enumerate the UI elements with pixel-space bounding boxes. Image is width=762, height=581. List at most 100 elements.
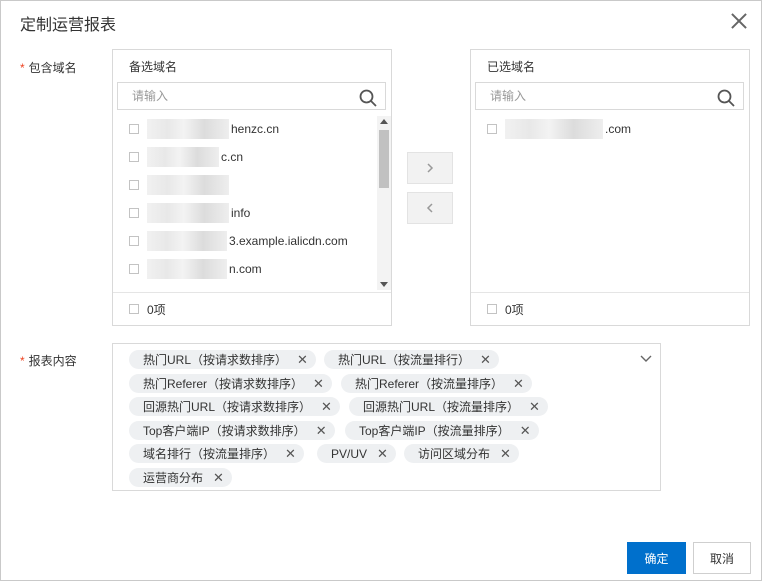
search-icon[interactable]	[717, 89, 735, 107]
report-tag: 访问区域分布 ✕	[404, 444, 519, 463]
report-tag-label: Top客户端IP（按流量排序）	[359, 424, 510, 438]
redacted-mask	[147, 175, 229, 195]
scroll-up-icon[interactable]	[380, 119, 388, 124]
report-tag: 热门Referer（按请求数排序） ✕	[129, 374, 332, 393]
remove-tag-icon[interactable]: ✕	[367, 446, 388, 462]
selected-domains-panel: 已选域名 .com 0项	[470, 49, 750, 326]
remove-tag-icon[interactable]: ✕	[275, 446, 296, 462]
redacted-mask	[505, 119, 603, 139]
domain-list-item[interactable]: info	[129, 203, 250, 223]
available-search-input[interactable]	[118, 83, 346, 109]
available-count: 0项	[147, 302, 166, 317]
required-mark: *	[20, 61, 25, 75]
selected-search	[475, 82, 744, 110]
redacted-mask	[147, 119, 229, 139]
cancel-button[interactable]: 取消	[693, 542, 751, 574]
domain-checkbox[interactable]	[129, 152, 139, 162]
domain-checkbox[interactable]	[129, 264, 139, 274]
domains-label-text: 包含域名	[28, 61, 77, 75]
select-all-checkbox[interactable]	[129, 304, 139, 314]
redacted-mask	[147, 231, 227, 251]
domain-name: .com	[605, 122, 632, 136]
remove-tag-icon[interactable]: ✕	[519, 399, 540, 415]
scroll-down-icon[interactable]	[380, 282, 388, 287]
remove-tag-icon[interactable]: ✕	[287, 352, 308, 368]
domain-list-item[interactable]	[129, 175, 231, 195]
report-dialog: 定制运营报表 *包含域名 备选域名 henzc.cnc.cninfo3.exam…	[0, 0, 762, 581]
remove-tag-icon[interactable]: ✕	[503, 376, 524, 392]
dialog-title: 定制运营报表	[20, 17, 117, 34]
report-tag-label: Top客户端IP（按请求数排序）	[143, 424, 306, 438]
report-tag: 热门URL（按流量排行） ✕	[324, 350, 499, 369]
available-header: 备选域名	[129, 60, 178, 74]
domain-checkbox[interactable]	[129, 124, 139, 134]
redacted-mask	[147, 203, 229, 223]
report-tag: 热门Referer（按流量排序） ✕	[341, 374, 532, 393]
available-footer: 0项	[113, 292, 391, 325]
content-label: * 报表内容	[20, 352, 77, 369]
domain-name: c.cn	[221, 150, 244, 164]
selected-footer: 0项	[471, 292, 749, 325]
domain-name: info	[231, 206, 251, 220]
domain-checkbox[interactable]	[129, 208, 139, 218]
report-tag-label: 回源热门URL（按流量排序）	[363, 400, 520, 414]
domain-list-item[interactable]: 3.example.ialicdn.com	[129, 231, 348, 251]
domain-name: 3.example.ialicdn.com	[229, 234, 348, 248]
report-tag: 回源热门URL（按请求数排序） ✕	[129, 397, 340, 416]
search-icon[interactable]	[359, 89, 377, 107]
remove-tag-icon[interactable]: ✕	[311, 399, 332, 415]
selected-header: 已选域名	[487, 60, 536, 74]
select-all-checkbox[interactable]	[487, 304, 497, 314]
domains-label: * 包含域名	[20, 59, 77, 76]
report-tag: PV/UV ✕	[317, 444, 396, 463]
remove-tag-icon[interactable]: ✕	[470, 352, 491, 368]
domain-list-item[interactable]: c.cn	[129, 147, 243, 167]
report-content-select[interactable]: 热门URL（按请求数排序） ✕ 热门URL（按流量排行） ✕ 热门Referer（按请求…	[112, 343, 661, 491]
domain-list-item[interactable]: n.com	[129, 259, 262, 279]
close-icon[interactable]	[729, 11, 749, 31]
move-left-button[interactable]	[407, 192, 453, 224]
report-tag-label: 热门Referer（按流量排序）	[355, 377, 504, 391]
report-tag: Top客户端IP（按流量排序） ✕	[345, 421, 539, 440]
report-tag-label: 域名排行（按流量排序）	[143, 447, 276, 461]
available-domains-panel: 备选域名 henzc.cn c.cn info 3.example.ialicdn.c…	[112, 49, 392, 326]
selected-search-input[interactable]	[476, 83, 704, 109]
domain-checkbox[interactable]	[487, 124, 497, 134]
move-right-button[interactable]	[407, 152, 453, 184]
report-tag-label: 热门URL（按请求数排序）	[143, 353, 288, 367]
remove-tag-icon[interactable]: ✕	[306, 423, 327, 439]
report-tag: 域名排行（按流量排序） ✕	[129, 444, 304, 463]
remove-tag-icon[interactable]: ✕	[203, 470, 224, 486]
remove-tag-icon[interactable]: ✕	[303, 376, 324, 392]
report-tag: 运营商分布 ✕	[129, 468, 232, 487]
confirm-button[interactable]: 确定	[627, 542, 686, 574]
domain-list-item[interactable]: henzc.cn	[129, 119, 279, 139]
report-tag: 回源热门URL（按流量排序） ✕	[349, 397, 548, 416]
report-tag-label: 访问区域分布	[418, 447, 491, 461]
report-tag-label: PV/UV	[331, 446, 368, 461]
redacted-mask	[147, 147, 219, 167]
required-mark: *	[20, 354, 25, 368]
chevron-right-icon	[427, 163, 434, 173]
domain-name: henzc.cn	[231, 122, 280, 136]
report-tag-label: 回源热门URL（按请求数排序）	[143, 400, 312, 414]
selected-count: 0项	[505, 302, 524, 317]
domain-checkbox[interactable]	[129, 236, 139, 246]
report-tag: Top客户端IP（按请求数排序） ✕	[129, 421, 335, 440]
report-tag: 热门URL（按请求数排序） ✕	[129, 350, 316, 369]
domain-checkbox[interactable]	[129, 180, 139, 190]
selected-select-all[interactable]: 0项	[487, 299, 524, 319]
report-tag-label: 热门URL（按流量排行）	[338, 353, 471, 367]
available-select-all[interactable]: 0项	[129, 299, 166, 319]
domain-name: n.com	[229, 262, 262, 276]
chevron-left-icon	[426, 203, 433, 213]
remove-tag-icon[interactable]: ✕	[490, 446, 511, 462]
remove-tag-icon[interactable]: ✕	[510, 423, 531, 439]
report-tag-label: 运营商分布	[143, 471, 204, 485]
domain-list-item[interactable]: .com	[487, 119, 631, 139]
chevron-down-icon[interactable]	[640, 352, 652, 364]
available-scrollbar[interactable]	[377, 116, 391, 290]
report-tag-label: 热门Referer（按请求数排序）	[143, 377, 304, 391]
scroll-thumb[interactable]	[379, 130, 389, 188]
available-search	[117, 82, 386, 110]
